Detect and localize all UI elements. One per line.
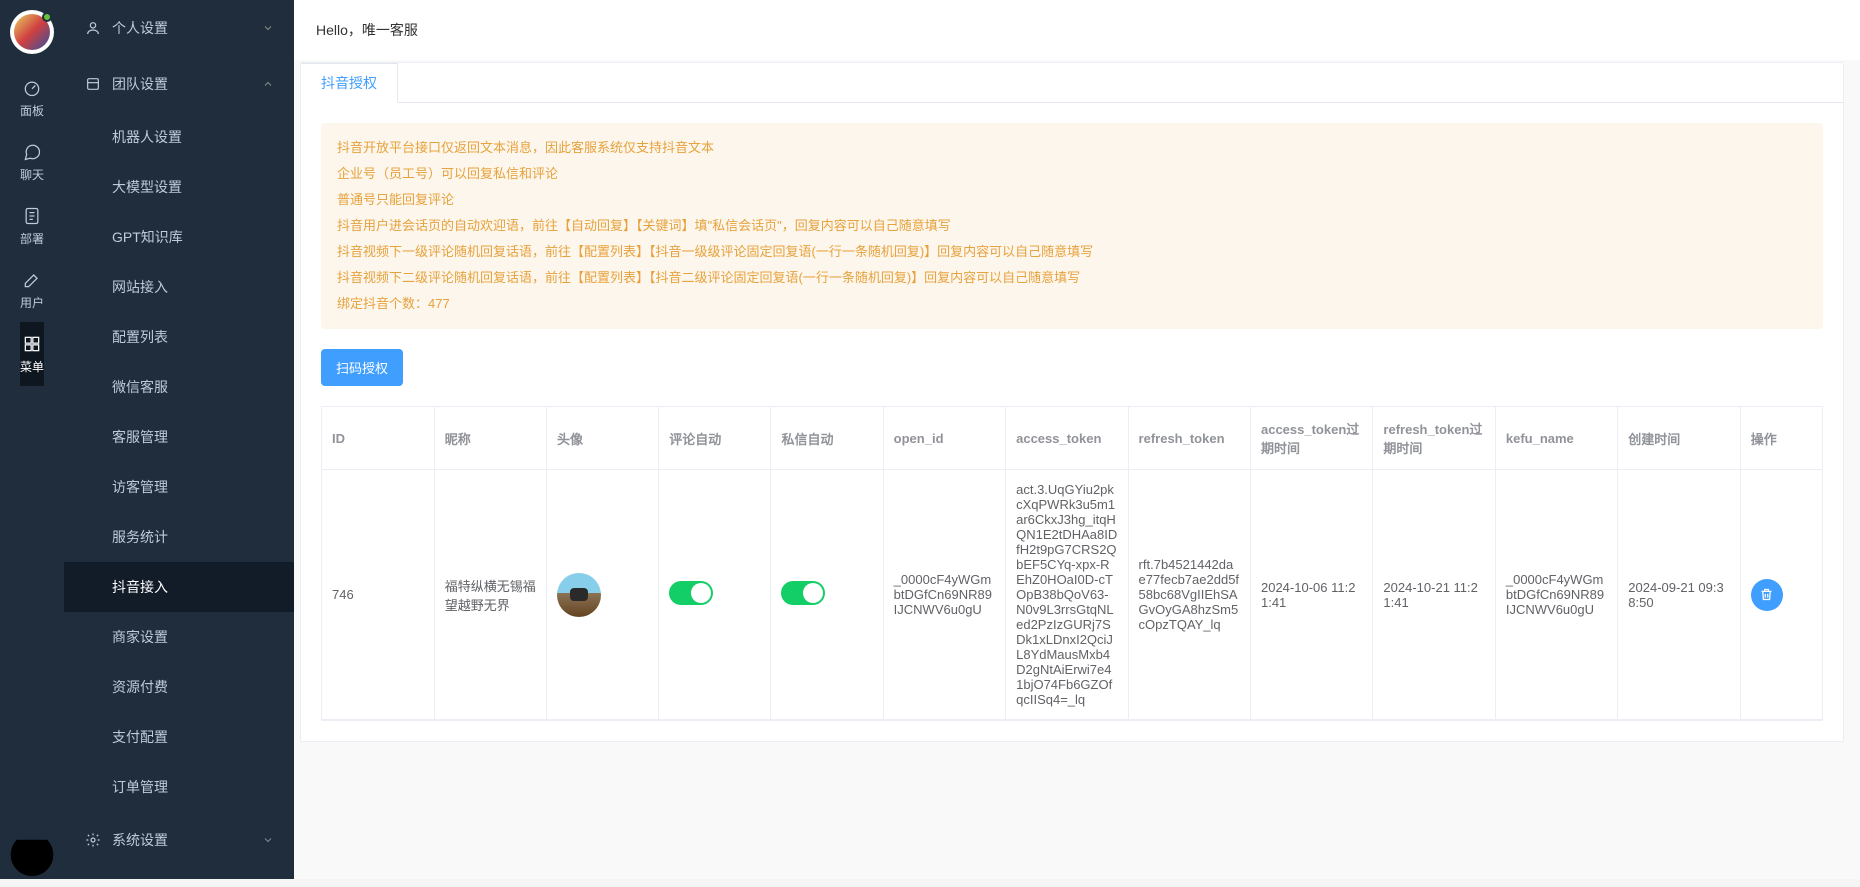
- table-row: 746 福特纵横无锡福望越野无界 _0000cF4yWGmbtDGfCn69NR…: [322, 470, 1822, 720]
- private-auto-switch[interactable]: [781, 581, 825, 605]
- th-refresh-token: refresh_token: [1128, 407, 1250, 470]
- sidebar-item-team-6[interactable]: 客服管理: [64, 412, 294, 462]
- chevron-down-icon: [262, 22, 274, 34]
- logo[interactable]: [10, 10, 54, 54]
- sidebar-item-team-9[interactable]: 抖音接入: [64, 562, 294, 612]
- accounts-table: ID 昵称 头像 评论自动 私信自动 open_id access_token …: [322, 407, 1822, 720]
- cell-refresh-token: rft.7b4521442dae77fecb7ae2dd5f58bc68VgII…: [1128, 470, 1250, 720]
- delete-button[interactable]: [1751, 579, 1783, 611]
- wide-sidebar: 个人设置 团队设置 机器人设置大模型设置GPT知识库网站接入配置列表微信客服客服…: [64, 0, 294, 879]
- menu-label: 团队设置: [112, 74, 168, 94]
- menu-team[interactable]: 团队设置: [64, 56, 294, 112]
- cell-id: 746: [322, 470, 434, 720]
- main-content: Hello，唯一客服 抖音授权 抖音开放平台接口仅返回文本消息，因此客服系统仅支…: [294, 0, 1860, 879]
- th-id: ID: [322, 407, 434, 470]
- info-alert: 抖音开放平台接口仅返回文本消息，因此客服系统仅支持抖音文本企业号（员工号）可以回…: [321, 123, 1823, 329]
- grid-icon: [22, 334, 42, 354]
- cell-nickname: 福特纵横无锡福望越野无界: [434, 470, 546, 720]
- menu-personal[interactable]: 个人设置: [64, 0, 294, 56]
- cell-access-token: act.3.UqGYiu2pkcXqPWRk3u5m1ar6CkxJ3hg_it…: [1006, 470, 1128, 720]
- th-comment-auto: 评论自动: [659, 407, 771, 470]
- box-icon: [84, 75, 102, 93]
- page-greeting: Hello，唯一客服: [294, 0, 1860, 60]
- alert-line: 普通号只能回复评论: [337, 187, 1807, 213]
- menu-system[interactable]: 系统设置: [64, 812, 294, 868]
- sidebar-item-team-5[interactable]: 微信客服: [64, 362, 294, 412]
- power-button[interactable]: [0, 831, 64, 879]
- sidebar-item-team-0[interactable]: 机器人设置: [64, 112, 294, 162]
- file-icon: [22, 206, 42, 226]
- th-nickname: 昵称: [434, 407, 546, 470]
- cell-open-id: _0000cF4yWGmbtDGfCn69NR89IJCNWV6u0gU: [883, 470, 1005, 720]
- menu-label: 个人设置: [112, 18, 168, 38]
- cell-create-time: 2024-09-21 09:38:50: [1618, 470, 1740, 720]
- narrow-sidebar: 面板聊天部署用户菜单: [0, 0, 64, 879]
- gear-icon: [84, 831, 102, 849]
- chevron-up-icon: [262, 78, 274, 90]
- alert-line: 抖音用户进会话页的自动欢迎语，前往【自动回复】【关键词】填"私信会话页"，回复内…: [337, 213, 1807, 239]
- sidebar-item-team-11[interactable]: 资源付费: [64, 662, 294, 712]
- alert-line: 抖音开放平台接口仅返回文本消息，因此客服系统仅支持抖音文本: [337, 135, 1807, 161]
- sidebar-item-team-1[interactable]: 大模型设置: [64, 162, 294, 212]
- cell-comment-auto: [659, 470, 771, 720]
- alert-line: 绑定抖音个数：477: [337, 291, 1807, 317]
- nav-item-gauge[interactable]: 面板: [20, 66, 44, 130]
- th-at-expire: access_token过期时间: [1250, 407, 1372, 470]
- th-rt-expire: refresh_token过期时间: [1373, 407, 1495, 470]
- user-icon: [84, 19, 102, 37]
- nav-item-chat[interactable]: 聊天: [20, 130, 44, 194]
- avatar: [557, 573, 601, 617]
- nav-item-grid[interactable]: 菜单: [20, 322, 44, 386]
- th-avatar: 头像: [546, 407, 658, 470]
- cell-action: [1740, 470, 1822, 720]
- menu-label: 系统设置: [112, 830, 168, 850]
- th-private-auto: 私信自动: [771, 407, 883, 470]
- scan-auth-button[interactable]: 扫码授权: [321, 349, 403, 386]
- sidebar-item-team-7[interactable]: 访客管理: [64, 462, 294, 512]
- cell-avatar: [546, 470, 658, 720]
- sidebar-item-team-4[interactable]: 配置列表: [64, 312, 294, 362]
- nav-item-file[interactable]: 部署: [20, 194, 44, 258]
- sidebar-item-team-12[interactable]: 支付配置: [64, 712, 294, 762]
- sidebar-item-team-3[interactable]: 网站接入: [64, 262, 294, 312]
- sidebar-item-team-10[interactable]: 商家设置: [64, 612, 294, 662]
- nav-item-edit[interactable]: 用户: [20, 258, 44, 322]
- nav-label: 用户: [20, 294, 44, 311]
- th-access-token: access_token: [1006, 407, 1128, 470]
- sidebar-item-team-13[interactable]: 订单管理: [64, 762, 294, 812]
- nav-label: 菜单: [20, 358, 44, 375]
- alert-line: 抖音视频下一级评论随机回复话语，前往【配置列表】【抖音一级级评论固定回复语(一行…: [337, 239, 1807, 265]
- sidebar-item-team-2[interactable]: GPT知识库: [64, 212, 294, 262]
- th-kefu-name: kefu_name: [1495, 407, 1617, 470]
- nav-label: 聊天: [20, 166, 44, 183]
- chat-icon: [22, 142, 42, 162]
- alert-line: 抖音视频下二级评论随机回复话语，前往【配置列表】【抖音二级评论固定回复语(一行一…: [337, 265, 1807, 291]
- alert-line: 企业号（员工号）可以回复私信和评论: [337, 161, 1807, 187]
- cell-rt-expire: 2024-10-21 11:21:41: [1373, 470, 1495, 720]
- edit-icon: [22, 270, 42, 290]
- sidebar-item-team-8[interactable]: 服务统计: [64, 512, 294, 562]
- nav-label: 部署: [20, 230, 44, 247]
- th-create-time: 创建时间: [1618, 407, 1740, 470]
- comment-auto-switch[interactable]: [669, 581, 713, 605]
- nav-label: 面板: [20, 102, 44, 119]
- tab-douyin-auth[interactable]: 抖音授权: [301, 63, 398, 103]
- chevron-down-icon: [262, 834, 274, 846]
- th-action: 操作: [1740, 407, 1822, 470]
- gauge-icon: [22, 78, 42, 98]
- th-open-id: open_id: [883, 407, 1005, 470]
- cell-kefu-name: _0000cF4yWGmbtDGfCn69NR89IJCNWV6u0gU: [1495, 470, 1617, 720]
- cell-private-auto: [771, 470, 883, 720]
- cell-at-expire: 2024-10-06 11:21:41: [1250, 470, 1372, 720]
